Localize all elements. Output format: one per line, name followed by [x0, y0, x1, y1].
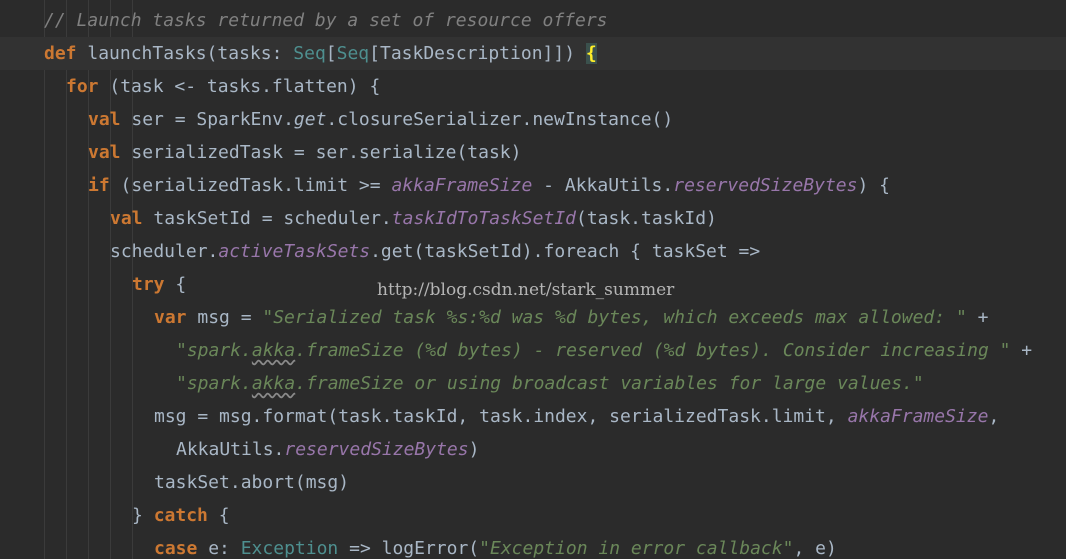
code-line[interactable]: for (task <- tasks.flatten) { [0, 70, 1066, 103]
code-token: { [207, 505, 230, 526]
code-token: reservedSizeBytes [673, 175, 858, 196]
code-token: for [66, 76, 99, 97]
code-token: akka [251, 373, 296, 394]
code-token: .frameSize or using broadcast variables … [295, 373, 924, 394]
code-token: ) [468, 439, 480, 460]
code-token: (serializedTask.limit >= [109, 175, 392, 196]
code-line[interactable]: var msg = "Serialized task %s:%d was %d … [0, 301, 1066, 334]
code-token: "spark. [176, 340, 252, 361]
code-token: - AkkaUtils. [532, 175, 674, 196]
code-token: , [988, 406, 1000, 427]
code-line[interactable]: "spark.akka.frameSize (%d bytes) - reser… [0, 334, 1066, 367]
code-token: { [585, 43, 597, 64]
code-token: , e) [793, 538, 837, 559]
code-token: Seq [336, 43, 370, 64]
code-token: get [293, 109, 327, 130]
code-token: AkkaUtils. [176, 439, 285, 460]
code-line[interactable]: val serializedTask = ser.serialize(task) [0, 136, 1066, 169]
code-token: val [88, 109, 121, 130]
code-token: akkaFrameSize [847, 406, 989, 427]
code-token: ) { [857, 175, 890, 196]
code-line[interactable]: // Launch tasks returned by a set of res… [0, 4, 1066, 37]
code-token: Exception [240, 538, 339, 559]
code-token: akkaFrameSize [391, 175, 533, 196]
code-line[interactable]: def launchTasks(tasks: Seq[Seq[TaskDescr… [0, 37, 1066, 70]
code-token: launchTasks(tasks: [76, 43, 294, 64]
code-editor[interactable]: // Launch tasks returned by a set of res… [0, 0, 1066, 559]
watermark-url: http://blog.csdn.net/stark_summer [377, 280, 675, 300]
code-token: activeTaskSets [218, 241, 371, 262]
code-token: ser = SparkEnv. [120, 109, 294, 130]
code-token: taskIdToTaskSetId [391, 208, 576, 229]
code-token: "Serialized task %s:%d was %d bytes, whi… [262, 307, 967, 328]
code-token: scheduler. [110, 241, 219, 262]
code-line[interactable]: AkkaUtils.reservedSizeBytes) [0, 433, 1066, 466]
code-token: taskSetId = scheduler. [142, 208, 392, 229]
code-token: def [44, 43, 77, 64]
code-token: msg = msg.format(task.taskId, task.index… [154, 406, 848, 427]
code-token: e: [197, 538, 241, 559]
code-line[interactable]: if (serializedTask.limit >= akkaFrameSiz… [0, 169, 1066, 202]
code-token: Seq [293, 43, 326, 64]
code-token: taskSet.abort(msg) [154, 472, 350, 493]
code-token: "spark. [176, 373, 252, 394]
code-line[interactable]: val taskSetId = scheduler.taskIdToTaskSe… [0, 202, 1066, 235]
code-token: akka [251, 340, 296, 361]
code-line[interactable]: "spark.akka.frameSize or using broadcast… [0, 367, 1066, 400]
code-token: + [966, 307, 989, 328]
code-token: try [132, 274, 165, 295]
code-token: [ [325, 43, 337, 64]
code-token: .closureSerializer.newInstance() [326, 109, 674, 130]
code-token: msg = [186, 307, 263, 328]
code-line[interactable]: taskSet.abort(msg) [0, 466, 1066, 499]
code-token: .frameSize (%d bytes) - reserved (%d byt… [295, 340, 1011, 361]
code-line[interactable]: msg = msg.format(task.taskId, task.index… [0, 400, 1066, 433]
code-token: { [164, 274, 187, 295]
code-token: (task.taskId) [576, 208, 717, 229]
code-token: + [1010, 340, 1033, 361]
code-line[interactable]: case e: Exception => logError("Exception… [0, 532, 1066, 559]
code-token: (task <- tasks.flatten) { [98, 76, 381, 97]
code-token: "Exception in error callback" [479, 538, 794, 559]
code-token: case [154, 538, 198, 559]
code-token: val [88, 142, 121, 163]
code-line[interactable]: } catch { [0, 499, 1066, 532]
code-token: // Launch tasks returned by a set of res… [44, 10, 608, 31]
code-token: reservedSizeBytes [284, 439, 469, 460]
code-token: } [132, 505, 154, 526]
code-token: => logError( [338, 538, 480, 559]
code-token: catch [153, 505, 208, 526]
code-token: var [154, 307, 187, 328]
code-token: .get(taskSetId).foreach { taskSet => [370, 241, 761, 262]
code-token: if [88, 175, 110, 196]
code-line[interactable]: scheduler.activeTaskSets.get(taskSetId).… [0, 235, 1066, 268]
code-token: val [110, 208, 143, 229]
code-line[interactable]: val ser = SparkEnv.get.closureSerializer… [0, 103, 1066, 136]
code-token: [TaskDescription]]) [369, 43, 586, 64]
code-token: serializedTask = ser.serialize(task) [120, 142, 522, 163]
